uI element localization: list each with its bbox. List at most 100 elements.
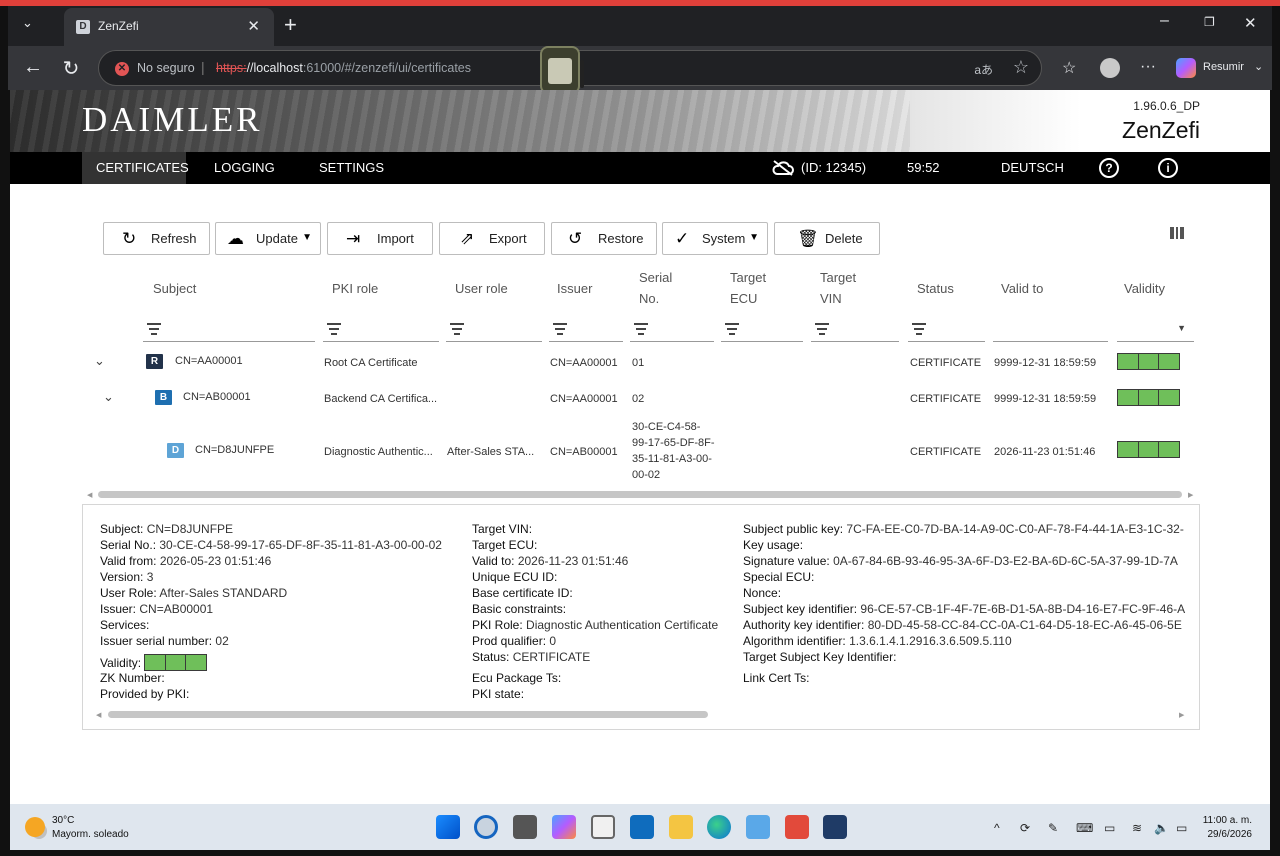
col-header-status[interactable]: Status — [917, 278, 954, 299]
tray-pen-icon[interactable]: ✎ — [1048, 821, 1058, 835]
task-view-icon[interactable] — [513, 815, 537, 839]
search-icon[interactable] — [474, 815, 498, 839]
tray-battery-icon[interactable]: ▭ — [1176, 821, 1187, 835]
close-window-icon[interactable]: ✕ — [1244, 14, 1257, 32]
col-header-serial[interactable]: Serial No. — [639, 267, 672, 309]
reload-icon[interactable]: ↻ — [58, 56, 84, 81]
chevron-down-icon[interactable]: ⌄ — [1254, 60, 1263, 73]
filter-pki-role[interactable] — [323, 319, 439, 342]
tray-chevron-up-icon[interactable]: ^ — [994, 821, 1000, 835]
detail-key: PKI state: — [472, 687, 525, 701]
store-icon[interactable] — [591, 815, 615, 839]
refresh-button[interactable]: ↻ Refresh — [103, 222, 210, 255]
not-secure-icon: ✕ — [115, 62, 129, 76]
zenzefi-app: DAIMLER 1.96.0.6_DP ZenZefi CERTIFICATES… — [10, 90, 1270, 804]
import-button[interactable]: ⇥ Import — [327, 222, 433, 255]
info-icon[interactable]: i — [1158, 158, 1178, 178]
weather-condition[interactable]: Mayorm. soleado — [52, 829, 129, 840]
help-icon[interactable]: ? — [1099, 158, 1119, 178]
weather-sun-icon[interactable] — [25, 817, 45, 837]
scroll-left-arrow-icon[interactable]: ◀ — [87, 491, 92, 499]
security-label[interactable]: No seguro — [137, 61, 195, 75]
back-arrow-icon[interactable]: ← — [20, 56, 46, 79]
col-header-target-ecu[interactable]: Target ECU — [730, 267, 766, 309]
tab-certificates[interactable]: CERTIFICATES — [82, 152, 189, 184]
export-button[interactable]: ⇗ Export — [439, 222, 545, 255]
anydesk-icon[interactable] — [785, 815, 809, 839]
url-text[interactable]: https://localhost:61000/#/zenzefi/ui/cer… — [216, 61, 471, 75]
table-horizontal-scrollbar[interactable] — [98, 491, 1182, 498]
filter-serial[interactable] — [630, 319, 714, 342]
copilot-taskbar-icon[interactable] — [552, 815, 576, 839]
read-aloud-icon[interactable]: aあ — [974, 61, 993, 78]
col-header-subject[interactable]: Subject — [153, 278, 196, 299]
detail-row: Ecu Package Ts: — [472, 670, 718, 686]
cloud-download-icon: ☁ — [227, 229, 244, 248]
language-toggle[interactable]: DEUTSCH — [1001, 152, 1064, 184]
file-explorer-icon[interactable] — [669, 815, 693, 839]
outlook-icon[interactable] — [630, 815, 654, 839]
detail-key: Target VIN: — [472, 522, 533, 536]
tray-sync-icon[interactable]: ⟳ — [1020, 821, 1030, 835]
favorites-icon[interactable]: ☆ — [1062, 58, 1076, 78]
clock-time[interactable]: 11:00 a. m. — [1203, 815, 1252, 826]
tab-close-icon[interactable]: ✕ — [247, 17, 260, 35]
filter-issuer[interactable] — [549, 319, 623, 342]
column-chooser-icon[interactable] — [1170, 227, 1184, 239]
tray-volume-icon[interactable]: 🔈 — [1154, 821, 1169, 835]
edge-icon[interactable] — [707, 815, 731, 839]
col-header-pki-role[interactable]: PKI role — [332, 278, 378, 299]
system-button[interactable]: ✓ System ▼ — [662, 222, 768, 255]
diagnostic-device-extension-icon[interactable] — [540, 46, 584, 94]
weather-temperature[interactable]: 30°C — [52, 815, 74, 826]
tray-wifi-icon[interactable]: ≋ — [1132, 821, 1142, 835]
col-header-target-vin[interactable]: Target VIN — [820, 267, 856, 309]
col-header-issuer[interactable]: Issuer — [557, 278, 592, 299]
filter-user-role[interactable] — [446, 319, 542, 342]
filter-valid-to[interactable] — [993, 319, 1108, 342]
col-header-valid-to[interactable]: Valid to — [1001, 278, 1043, 299]
profile-avatar[interactable] — [1100, 58, 1120, 78]
col-header-user-role[interactable]: User role — [455, 278, 508, 299]
filter-validity[interactable]: ▼ — [1117, 319, 1194, 342]
col-header-validity[interactable]: Validity — [1124, 278, 1165, 299]
refresh-icon: ↻ — [122, 229, 137, 248]
more-menu-icon[interactable]: ··· — [1140, 58, 1156, 76]
clock-date[interactable]: 29/6/2026 — [1208, 829, 1253, 840]
scroll-right-arrow-icon[interactable]: ▶ — [1188, 491, 1193, 499]
start-windows-icon[interactable] — [436, 815, 460, 839]
update-button[interactable]: ☁ Update ▼ — [215, 222, 321, 255]
detail-scroll-right-arrow-icon[interactable]: ▶ — [1179, 711, 1184, 719]
row-expand-chevron-icon[interactable]: ⌄ — [103, 389, 114, 405]
tray-display-icon[interactable]: ▭ — [1104, 821, 1115, 835]
detail-row: ZK Number: — [100, 670, 442, 686]
restore-button[interactable]: ↺ Restore — [551, 222, 657, 255]
filter-target-ecu[interactable] — [721, 319, 803, 342]
minimize-icon[interactable]: – — [1160, 12, 1169, 30]
row-expand-chevron-icon[interactable]: ⌄ — [94, 353, 105, 369]
copilot-icon[interactable] — [1176, 58, 1196, 78]
browser-tab[interactable]: D ZenZefi ✕ — [64, 8, 274, 46]
delete-button[interactable]: 🗑 Delete — [774, 222, 880, 255]
cell-valid-to: 9999-12-31 18:59:59 — [994, 393, 1097, 405]
tab-logging[interactable]: LOGGING — [214, 152, 275, 184]
tray-keyboard-icon[interactable]: ⌨ — [1076, 821, 1093, 835]
cell-pki-role: Root CA Certificate — [324, 357, 418, 369]
backend-cert-icon: B — [155, 390, 172, 405]
tab-settings[interactable]: SETTINGS — [319, 152, 384, 184]
filter-target-vin[interactable] — [811, 319, 899, 342]
detail-scroll-left-arrow-icon[interactable]: ◀ — [96, 711, 101, 719]
detail-value: 0 — [549, 634, 557, 648]
export-label: Export — [489, 231, 527, 246]
filter-subject[interactable] — [143, 319, 315, 342]
new-tab-button[interactable]: + — [284, 12, 297, 38]
xentry-icon[interactable] — [823, 815, 847, 839]
restore-window-icon[interactable]: ❐ — [1204, 15, 1215, 29]
filter-status[interactable] — [908, 319, 985, 342]
favorite-star-icon[interactable]: ☆ — [1013, 57, 1029, 78]
detail-horizontal-scrollbar[interactable] — [108, 711, 708, 718]
copilot-summarize-button[interactable]: Resumir — [1203, 61, 1244, 73]
tab-list-chevron-icon[interactable]: ⌄ — [22, 15, 33, 31]
notepad-icon[interactable] — [746, 815, 770, 839]
detail-key: PKI Role: — [472, 618, 523, 632]
